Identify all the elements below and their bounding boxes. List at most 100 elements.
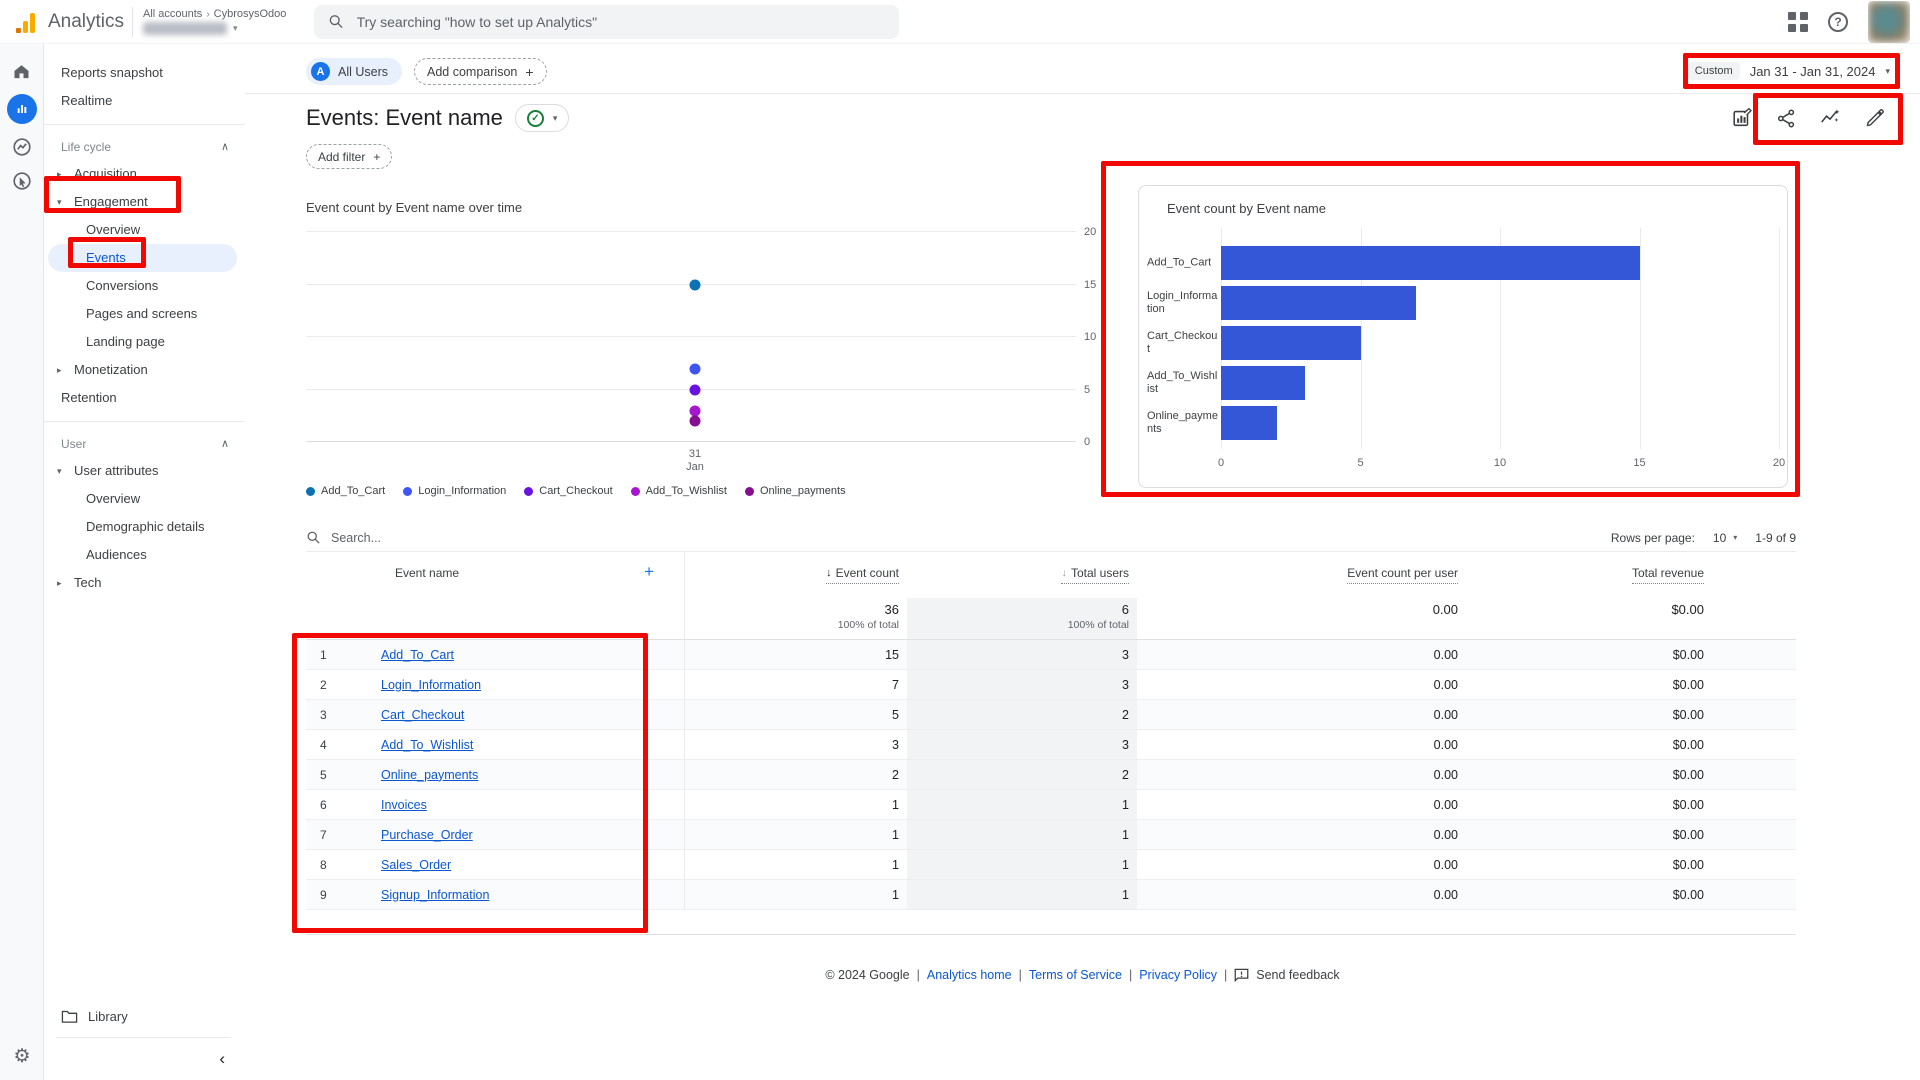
cell-total-revenue: $0.00 bbox=[1466, 640, 1796, 669]
event-name-link-add-to-wishlist[interactable]: Add_To_Wishlist bbox=[381, 738, 473, 752]
sidebar-item-tech[interactable]: ▸Tech bbox=[44, 569, 245, 597]
legend-item-login-information[interactable]: Login_Information bbox=[403, 485, 506, 497]
row-index: 1 bbox=[306, 648, 381, 662]
column-header-event-count[interactable]: ↓Event count bbox=[685, 552, 907, 598]
table-row-purchase-order: 7Purchase_Order110.00$0.00 bbox=[306, 820, 1796, 850]
row-index: 9 bbox=[306, 888, 381, 902]
column-header-event-count-per-user[interactable]: Event count per user bbox=[1137, 552, 1466, 598]
gridline-y-20 bbox=[306, 231, 1076, 232]
sidebar-item-reports-snapshot[interactable]: Reports snapshot bbox=[44, 59, 245, 87]
explore-icon[interactable] bbox=[11, 136, 33, 158]
account-switcher[interactable]: ▾ bbox=[143, 22, 286, 35]
gridline-x-15 bbox=[1640, 228, 1641, 449]
sidebar-item-user-attributes[interactable]: ▾User attributes bbox=[44, 457, 245, 485]
event-name-link-online-payments[interactable]: Online_payments bbox=[381, 768, 478, 782]
table-search-input[interactable] bbox=[331, 531, 631, 545]
event-name-link-sales-order[interactable]: Sales_Order bbox=[381, 858, 451, 872]
sidebar-item-monetization[interactable]: ▸Monetization bbox=[44, 356, 245, 384]
sidebar-item-pages-and-screens[interactable]: Pages and screens bbox=[44, 300, 245, 328]
sidebar-item-realtime[interactable]: Realtime bbox=[44, 87, 245, 115]
table-row-add-to-wishlist: 4Add_To_Wishlist330.00$0.00 bbox=[306, 730, 1796, 760]
column-header-total-users[interactable]: ↓Total users bbox=[907, 552, 1137, 598]
column-header-total-revenue[interactable]: Total revenue bbox=[1466, 552, 1796, 598]
search-icon bbox=[306, 530, 321, 545]
bar-category-label-add-to-wishlist: Add_To_Wishlist bbox=[1147, 370, 1219, 396]
cell-event-count-per-user: 0.00 bbox=[1137, 880, 1466, 909]
sidebar-item-label: Audiences bbox=[86, 547, 147, 562]
sidebar-item-demographic-details[interactable]: Demographic details bbox=[44, 513, 245, 541]
customize-report-icon[interactable] bbox=[1730, 106, 1754, 130]
rows-per-page-select[interactable]: 10 ▾ bbox=[1713, 531, 1737, 545]
all-users-chip[interactable]: A All Users bbox=[306, 58, 402, 85]
edit-pencil-icon[interactable] bbox=[1862, 106, 1886, 130]
share-icon[interactable] bbox=[1774, 106, 1798, 130]
sidebar-item-library[interactable]: Library bbox=[44, 999, 245, 1033]
event-name-link-login-information[interactable]: Login_Information bbox=[381, 678, 481, 692]
report-status-badge[interactable]: ✓ ▾ bbox=[515, 104, 570, 132]
insights-icon[interactable] bbox=[1818, 106, 1842, 130]
cell-event-count: 1 bbox=[685, 850, 907, 879]
add-comparison-chip[interactable]: Add comparison + bbox=[414, 58, 547, 85]
user-avatar[interactable] bbox=[1868, 1, 1910, 43]
left-icon-rail: ⚙ bbox=[0, 44, 44, 1080]
event-name-link-add-to-cart[interactable]: Add_To_Cart bbox=[381, 648, 454, 662]
footer-link-analytics-home[interactable]: Analytics home bbox=[927, 968, 1012, 982]
arrow-down-icon: ▾ bbox=[57, 457, 62, 485]
nav-section-life-cycle[interactable]: Life cycle∧ bbox=[44, 134, 245, 160]
apps-grid-icon[interactable] bbox=[1788, 12, 1808, 32]
send-feedback-button[interactable]: Send feedback bbox=[1234, 968, 1339, 982]
footer-link-terms[interactable]: Terms of Service bbox=[1029, 968, 1122, 982]
legend-item-online-payments[interactable]: Online_payments bbox=[745, 485, 846, 497]
analytics-logo[interactable]: Analytics bbox=[0, 11, 132, 33]
sidebar-item-audiences[interactable]: Audiences bbox=[44, 541, 245, 569]
advertising-icon[interactable] bbox=[11, 170, 33, 192]
global-search[interactable] bbox=[314, 5, 899, 39]
legend-item-add-to-cart[interactable]: Add_To_Cart bbox=[306, 485, 385, 497]
reports-icon-active[interactable] bbox=[7, 94, 37, 124]
sidebar-item-overview[interactable]: Overview bbox=[44, 485, 245, 513]
sidebar-item-overview[interactable]: Overview bbox=[44, 216, 245, 244]
sidebar-item-events[interactable]: Events bbox=[48, 244, 237, 272]
sidebar-item-engagement[interactable]: ▾Engagement bbox=[44, 188, 245, 216]
nav-divider bbox=[44, 124, 245, 125]
cell-total-users: 1 bbox=[907, 850, 1137, 879]
legend-item-add-to-wishlist[interactable]: Add_To_Wishlist bbox=[631, 485, 727, 497]
event-name-link-signup-information[interactable]: Signup_Information bbox=[381, 888, 489, 902]
sidebar-item-acquisition[interactable]: ▸Acquisition bbox=[44, 160, 245, 188]
event-name-link-invoices[interactable]: Invoices bbox=[381, 798, 427, 812]
legend-item-cart-checkout[interactable]: Cart_Checkout bbox=[524, 485, 612, 497]
help-icon[interactable]: ? bbox=[1828, 12, 1848, 32]
row-dimension-cell: 8Sales_Order bbox=[306, 850, 685, 879]
event-name-link-purchase-order[interactable]: Purchase_Order bbox=[381, 828, 473, 842]
legend-dot-icon bbox=[524, 487, 533, 496]
row-dimension-cell: 7Purchase_Order bbox=[306, 820, 685, 849]
pagination-status: 1-9 of 9 bbox=[1755, 531, 1796, 545]
add-filter-chip[interactable]: Add filter + bbox=[306, 144, 392, 169]
date-range-selector[interactable]: Custom Jan 31 - Jan 31, 2024 ▾ bbox=[1688, 62, 1890, 80]
scatter-y-axis-labels: 05101520 bbox=[1084, 232, 1124, 442]
cell-event-count-per-user: 0.00 bbox=[1137, 820, 1466, 849]
sidebar-item-retention[interactable]: Retention bbox=[44, 384, 245, 412]
breadcrumb-separator-icon: › bbox=[206, 9, 209, 20]
collapse-nav-button[interactable]: ‹ bbox=[44, 1038, 245, 1080]
cell-total-users: 3 bbox=[907, 640, 1137, 669]
footer-link-privacy[interactable]: Privacy Policy bbox=[1139, 968, 1217, 982]
folder-icon bbox=[61, 1009, 78, 1024]
column-header-event-name[interactable]: Event name + bbox=[306, 552, 685, 598]
cell-event-count: 3 bbox=[685, 730, 907, 759]
caret-down-icon: ▾ bbox=[1733, 533, 1737, 542]
row-dimension-cell: 6Invoices bbox=[306, 790, 685, 819]
home-icon[interactable] bbox=[11, 60, 33, 82]
event-name-link-cart-checkout[interactable]: Cart_Checkout bbox=[381, 708, 464, 722]
search-input[interactable] bbox=[357, 14, 886, 30]
question-glyph: ? bbox=[1834, 15, 1841, 29]
nav-section-user[interactable]: User∧ bbox=[44, 431, 245, 457]
account-breadcrumb[interactable]: All accounts › CybrosysOdoo ▾ bbox=[133, 8, 286, 35]
sidebar-item-landing-page[interactable]: Landing page bbox=[44, 328, 245, 356]
cell-total-revenue: $0.00 bbox=[1466, 790, 1796, 819]
legend-label: Cart_Checkout bbox=[539, 485, 612, 497]
add-dimension-icon[interactable]: + bbox=[644, 562, 654, 582]
reports-nav-list: Reports snapshotRealtime Life cycle∧▸Acqu… bbox=[44, 59, 245, 597]
sidebar-item-conversions[interactable]: Conversions bbox=[44, 272, 245, 300]
admin-gear-icon[interactable]: ⚙ bbox=[0, 1045, 44, 1068]
